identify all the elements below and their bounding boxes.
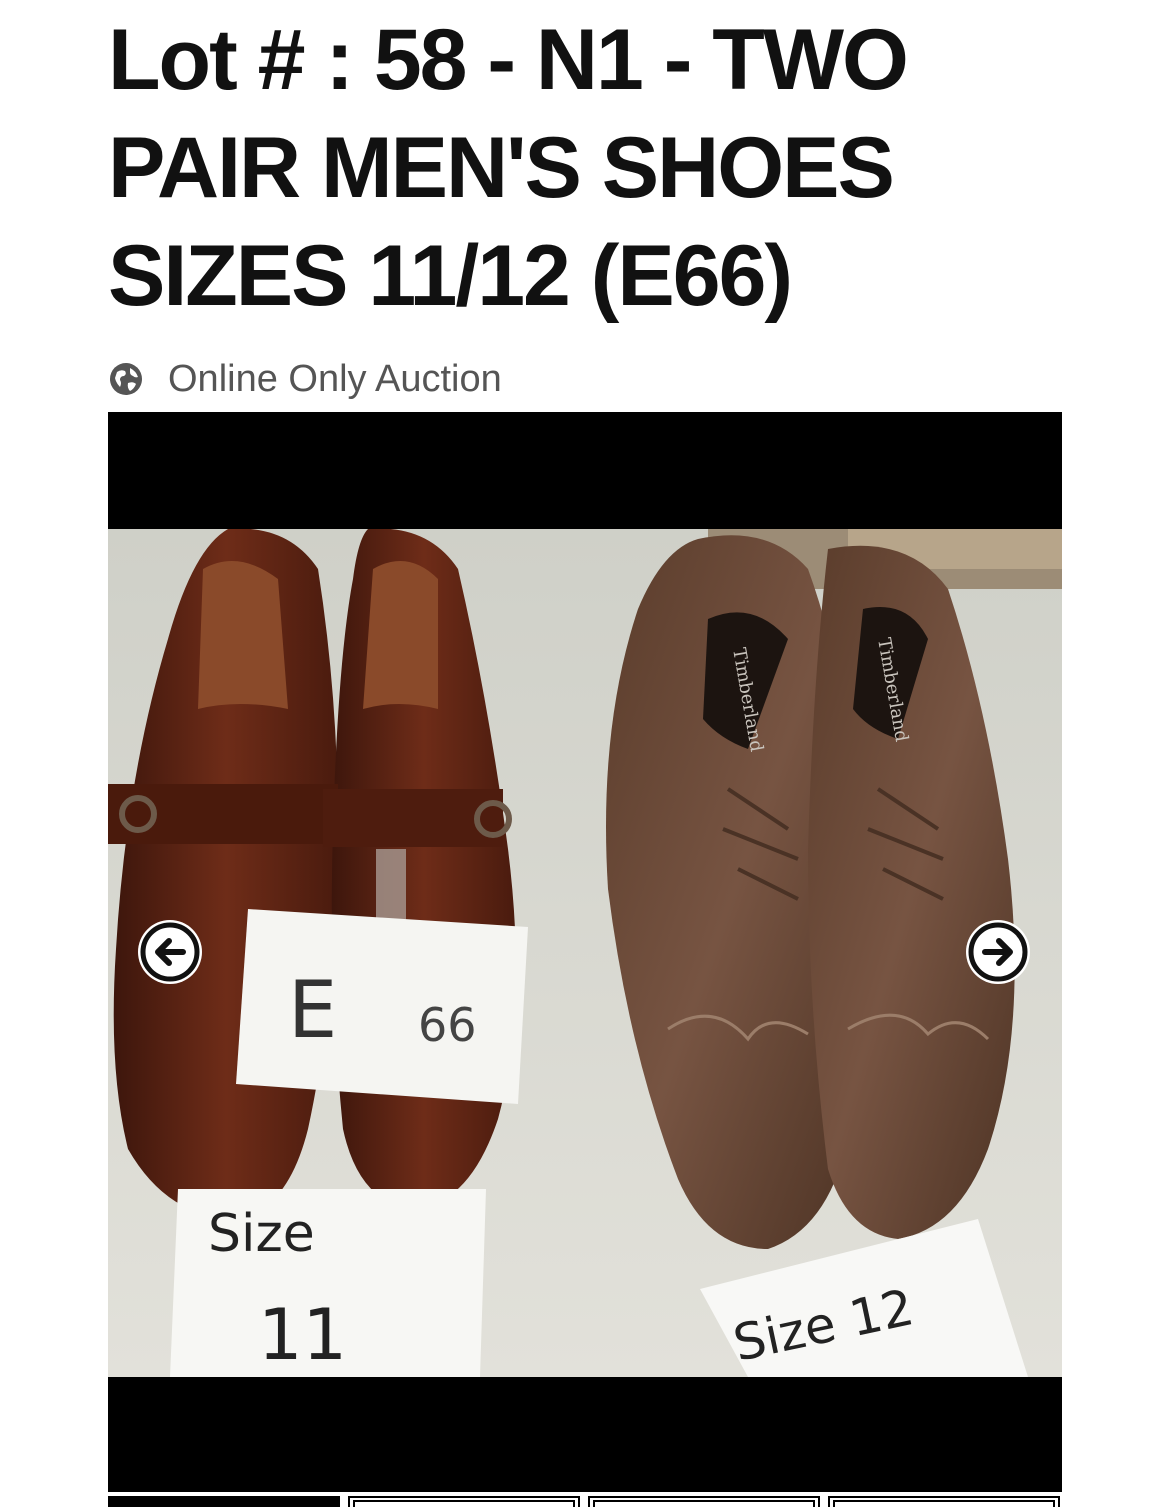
next-image-button[interactable] <box>966 920 1030 984</box>
arrow-right-icon <box>968 922 1028 982</box>
globe-icon <box>108 361 144 397</box>
lot-title: Lot # : 58 - N1 - TWO PAIR MEN'S SHOES S… <box>108 12 909 324</box>
auction-type: Online Only Auction <box>108 356 502 402</box>
thumbnail-4[interactable] <box>828 1496 1060 1507</box>
thumbnail-2[interactable] <box>348 1496 580 1507</box>
thumbnail-strip <box>108 1496 1062 1507</box>
thumbnail-1[interactable] <box>108 1496 340 1507</box>
image-gallery[interactable]: E 66 Size 11 Timberland Timberland Size … <box>108 412 1062 1492</box>
previous-image-button[interactable] <box>138 920 202 984</box>
size-11-card: Size 11 <box>170 1189 486 1377</box>
tag-letter: E <box>288 966 337 1056</box>
auction-type-label: Online Only Auction <box>168 357 502 400</box>
left-size-word: Size <box>208 1204 315 1264</box>
thumbnail-3[interactable] <box>588 1496 820 1507</box>
lot-detail-page: Lot # : 58 - N1 - TWO PAIR MEN'S SHOES S… <box>0 0 1170 1507</box>
brown-suede-shoes: Timberland Timberland <box>606 535 1015 1249</box>
lot-photo: E 66 Size 11 Timberland Timberland Size … <box>108 529 1062 1377</box>
tag-number: 66 <box>418 998 477 1052</box>
left-size-value: 11 <box>258 1294 347 1376</box>
arrow-left-icon <box>140 922 200 982</box>
lot-tag-card: E 66 <box>236 909 528 1104</box>
